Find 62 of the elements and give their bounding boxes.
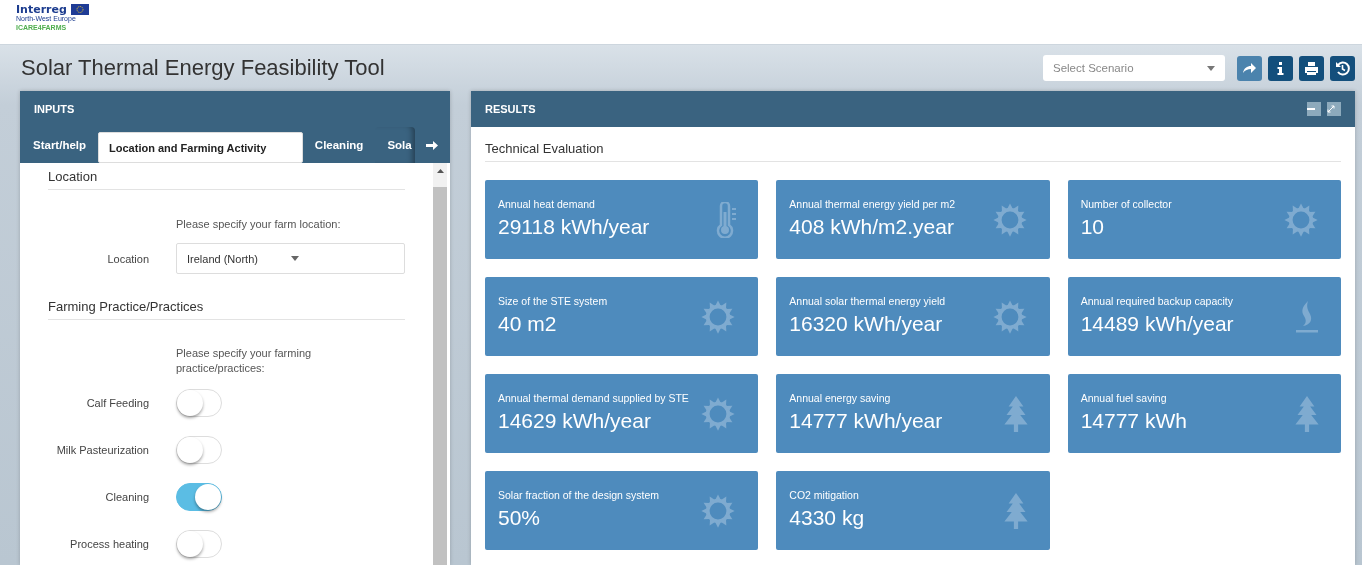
toggle-switch[interactable]	[176, 435, 222, 464]
metric-value: 29118 kWh/year	[498, 215, 650, 239]
metric-label: Annual thermal demand supplied by STE	[498, 391, 689, 405]
scrollbar[interactable]	[433, 163, 447, 565]
metric-value: 10	[1080, 215, 1104, 239]
tab[interactable]: Location and Farming Activity	[98, 132, 303, 163]
section-heading: Technical Evaluation	[485, 141, 1341, 162]
field-label: Calf Feeding	[85, 396, 149, 409]
metric-value: 14777 kWh	[1080, 409, 1187, 433]
caret-icon	[1207, 65, 1215, 71]
panel-title: RESULTS	[485, 103, 537, 115]
minimize-button[interactable]	[1307, 102, 1321, 116]
metric-label: Number of collector	[1080, 197, 1172, 211]
tab[interactable]: Cleaning	[302, 127, 376, 163]
metric-label: Annual required backup capacity	[1080, 294, 1233, 308]
toggle-switch[interactable]	[176, 529, 222, 558]
app-title: Solar Thermal Energy Feasibility Tool	[21, 55, 386, 81]
metric-value: 40 m2	[498, 312, 557, 336]
field-label: Milk Pasteurization	[55, 443, 149, 456]
metric-value: 50%	[498, 506, 541, 530]
field-label: Cleaning	[104, 490, 149, 503]
location-select[interactable]: Ireland (North)	[176, 243, 405, 274]
field-label: Process heating	[69, 537, 149, 550]
tree-icon	[1294, 394, 1320, 433]
metric-value: 4330 kg	[789, 506, 865, 530]
brand-name: Interreg	[16, 4, 67, 15]
metric-value: 14777 kWh/year	[789, 409, 943, 433]
metric-value: 14489 kWh/year	[1080, 312, 1234, 336]
toggle-switch[interactable]	[176, 482, 222, 511]
metric-label: CO2 mitigation	[789, 488, 859, 502]
scroll-up-icon[interactable]	[436, 169, 444, 173]
hint-text: Please specify your farming practice/practices:	[176, 346, 313, 376]
printer-icon	[1303, 59, 1320, 77]
print-button[interactable]	[1299, 55, 1324, 81]
hint-text: Please specify your farm location:	[176, 217, 342, 232]
tree-icon	[1002, 394, 1029, 433]
info-button[interactable]	[1268, 55, 1293, 81]
share-button[interactable]	[1237, 55, 1262, 81]
section-heading: Location	[48, 163, 405, 190]
section-heading: Farming Practice/Practices	[48, 293, 405, 320]
flag-icon	[70, 4, 89, 15]
scenario-select[interactable]: Select Scenario	[1043, 55, 1225, 81]
metric-value: 16320 kWh/year	[789, 312, 943, 336]
expand-button[interactable]	[1327, 102, 1341, 116]
panel-title: INPUTS	[33, 102, 76, 117]
caret-icon	[290, 256, 299, 261]
metric-label: Solar fraction of the design system	[498, 488, 660, 502]
tab[interactable]: Start/help	[21, 127, 99, 163]
metric-value: 14629 kWh/year	[498, 409, 651, 433]
metric-label: Annual heat demand	[498, 197, 595, 211]
tree-icon	[1002, 491, 1029, 530]
history-icon	[1334, 59, 1351, 77]
metric-label: Size of the STE system	[498, 294, 608, 308]
field-label: Location	[106, 252, 149, 265]
metric-label: Annual fuel saving	[1080, 391, 1167, 405]
metric-value: 408 kWh/m2.year	[789, 215, 954, 239]
metric-label: Annual solar thermal energy yield	[789, 294, 946, 308]
toggle-switch[interactable]	[176, 388, 222, 417]
reset-button[interactable]	[1330, 55, 1355, 81]
metric-label: Annual energy saving	[789, 391, 891, 405]
tab[interactable]: Sola	[375, 127, 415, 163]
metric-label: Annual thermal energy yield per m2	[789, 197, 956, 211]
